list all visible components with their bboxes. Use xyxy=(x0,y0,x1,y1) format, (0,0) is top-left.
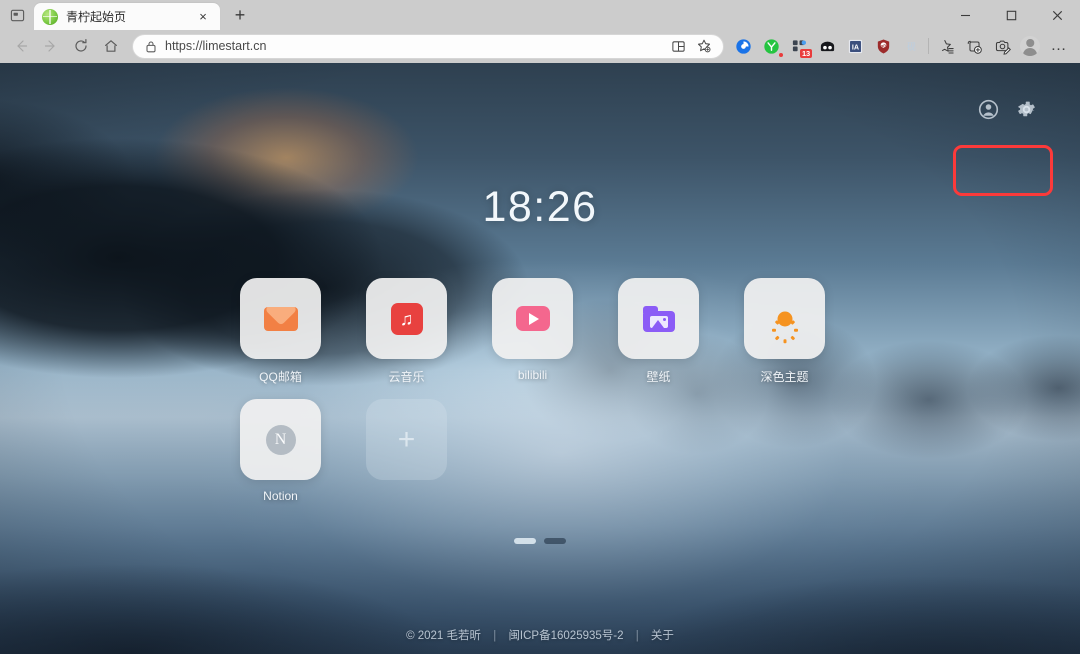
browser-toolbar: https://limestart.cn 13 IA uD 砚 … xyxy=(0,30,1080,63)
shortcut-label: 深色主题 xyxy=(760,370,809,384)
browser-extension-4[interactable] xyxy=(813,33,841,59)
tab-title: 青柠起始页 xyxy=(66,9,127,24)
browser-window: 青柠起始页 × + https://limestart.cn 13 IA uD … xyxy=(0,0,1080,654)
mail-icon xyxy=(263,306,298,331)
more-options-icon[interactable]: … xyxy=(1044,33,1074,59)
clock: 18:26 xyxy=(482,183,598,231)
browser-extension-6[interactable]: uD xyxy=(869,33,897,59)
shortcut-tile[interactable]: N xyxy=(240,399,321,480)
back-icon[interactable] xyxy=(6,33,36,59)
add-icon: + xyxy=(397,422,416,456)
settings-gear-icon[interactable] xyxy=(1014,97,1038,121)
shortcut-notion[interactable]: N Notion xyxy=(240,399,321,503)
icp-license-link[interactable]: 闽ICP备16025935号-2 xyxy=(508,630,623,642)
new-tab-page: 18:26 QQ邮箱 ♫ 云音乐 bilibili 壁纸 深色主题 N Noti… xyxy=(0,63,1080,654)
copyright-text: © 2021 毛若昕 xyxy=(406,630,482,642)
footer-separator-2: | xyxy=(635,630,639,642)
footer-separator-1: | xyxy=(493,630,497,642)
extension-badge: 13 xyxy=(800,49,812,58)
shortcut-netease-music[interactable]: ♫ 云音乐 xyxy=(366,278,447,385)
lock-icon xyxy=(141,40,161,53)
browser-extension-3[interactable]: 13 xyxy=(785,33,813,59)
svg-text:IA: IA xyxy=(851,43,858,51)
page-indicator xyxy=(0,538,1080,544)
maximize-button[interactable] xyxy=(988,0,1034,30)
browser-tab[interactable]: 青柠起始页 × xyxy=(34,3,220,30)
title-bar: 青柠起始页 × + xyxy=(0,0,1080,30)
account-icon[interactable] xyxy=(976,97,1000,121)
shortcut-qq-mail[interactable]: QQ邮箱 xyxy=(240,278,321,385)
page-dot-2[interactable] xyxy=(544,538,566,544)
browser-extension-1[interactable] xyxy=(729,33,757,59)
shortcut-bilibili[interactable]: bilibili xyxy=(492,278,573,385)
close-window-button[interactable] xyxy=(1034,0,1080,30)
wallpaper-folder-icon xyxy=(642,305,675,332)
tab-actions-icon[interactable] xyxy=(0,0,34,30)
notion-icon: N xyxy=(265,424,296,455)
shortcut-grid: QQ邮箱 ♫ 云音乐 bilibili 壁纸 深色主题 N Notion + xyxy=(240,278,840,517)
page-dot-1[interactable] xyxy=(514,538,536,544)
shortcut-tile[interactable] xyxy=(240,278,321,359)
shortcut-tile[interactable]: ♫ xyxy=(366,278,447,359)
music-icon: ♫ xyxy=(390,302,423,335)
browser-extension-5[interactable]: IA xyxy=(841,33,869,59)
shortcut-label: 壁纸 xyxy=(646,370,671,384)
star-add-icon[interactable] xyxy=(691,35,717,57)
shortcut-tile[interactable] xyxy=(618,278,699,359)
shortcut-label: Notion xyxy=(263,489,298,503)
browser-extension-7[interactable]: 砚 xyxy=(897,33,925,59)
home-icon[interactable] xyxy=(96,33,126,59)
shortcut-wallpaper[interactable]: 壁纸 xyxy=(618,278,699,385)
add-shortcut-tile[interactable]: + xyxy=(366,399,447,480)
extensions-area: 13 IA uD 砚 xyxy=(729,33,925,59)
play-icon xyxy=(515,306,550,331)
shortcut-label: 云音乐 xyxy=(388,370,425,384)
avatar xyxy=(1020,36,1040,56)
window-controls xyxy=(942,0,1080,30)
collections-icon[interactable] xyxy=(960,33,988,59)
shortcut-dark-theme[interactable]: 深色主题 xyxy=(744,278,825,385)
shortcut-row-1: QQ邮箱 ♫ 云音乐 bilibili 壁纸 深色主题 xyxy=(240,278,840,385)
shortcut-label: QQ邮箱 xyxy=(259,370,302,384)
svg-text:砚: 砚 xyxy=(907,41,916,51)
shortcut-tile[interactable] xyxy=(492,278,573,359)
address-bar-actions xyxy=(665,35,717,57)
lime-favicon xyxy=(42,8,58,25)
profile-button[interactable] xyxy=(1016,33,1044,59)
page-action-buttons xyxy=(976,97,1038,121)
new-tab-button[interactable]: + xyxy=(226,1,254,29)
refresh-icon[interactable] xyxy=(66,33,96,59)
sun-icon xyxy=(768,302,802,343)
shortcut-tile[interactable] xyxy=(744,278,825,359)
shortcut-label: bilibili xyxy=(517,368,548,382)
minimize-button[interactable] xyxy=(942,0,988,30)
address-text[interactable]: https://limestart.cn xyxy=(165,39,665,54)
shortcut-row-2: N Notion + xyxy=(240,399,840,503)
shortcut-add-new[interactable]: + xyxy=(366,399,447,503)
toolbar-divider xyxy=(928,38,929,54)
split-screen-icon[interactable] xyxy=(665,35,691,57)
close-icon[interactable]: × xyxy=(194,8,212,26)
svg-text:uD: uD xyxy=(880,43,886,48)
page-footer: © 2021 毛若昕 | 闽ICP备16025935号-2 | 关于 xyxy=(0,627,1080,643)
screenshot-icon[interactable] xyxy=(988,33,1016,59)
forward-icon[interactable] xyxy=(36,33,66,59)
favorites-icon[interactable] xyxy=(932,33,960,59)
about-link[interactable]: 关于 xyxy=(651,630,674,642)
browser-extension-2[interactable] xyxy=(757,33,785,59)
address-bar[interactable]: https://limestart.cn xyxy=(132,33,724,59)
